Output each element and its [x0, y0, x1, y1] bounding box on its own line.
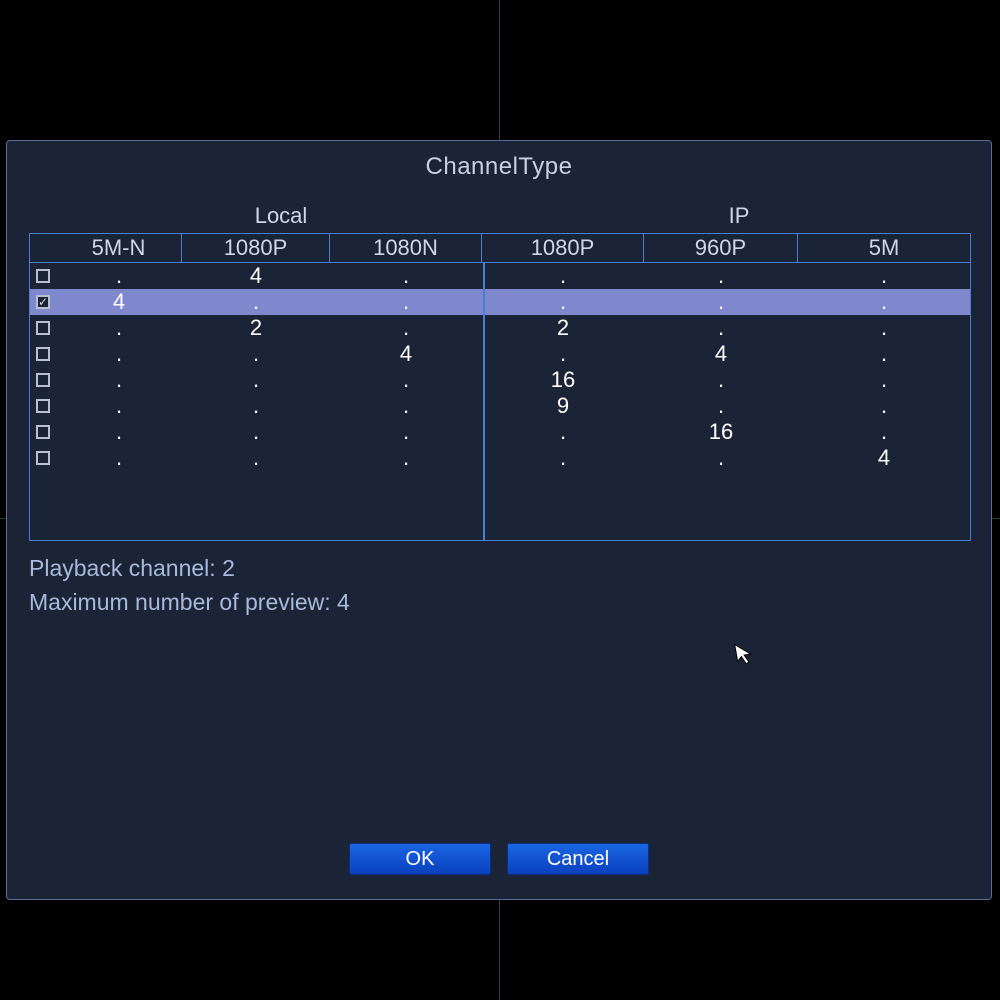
cell: .: [330, 419, 482, 445]
cell: .: [644, 289, 798, 315]
cell: .: [330, 393, 482, 419]
cell: .: [56, 341, 182, 367]
cell: .: [644, 367, 798, 393]
column-group-ip: IP: [507, 203, 971, 233]
table-row[interactable]: ....16.: [30, 419, 970, 445]
header-1080n: 1080N: [330, 234, 482, 262]
table-row[interactable]: 4.....: [30, 289, 970, 315]
cell: .: [798, 341, 970, 367]
cell: .: [182, 367, 330, 393]
cell: .: [482, 263, 644, 289]
playback-value: 2: [222, 555, 235, 581]
cell: .: [482, 289, 644, 315]
header-5m-n: 5M-N: [56, 234, 182, 262]
playback-channel-info: Playback channel: 2: [29, 555, 235, 582]
cell: .: [798, 263, 970, 289]
cell: .: [644, 315, 798, 341]
row-checkbox[interactable]: [36, 399, 50, 413]
cell: .: [56, 419, 182, 445]
cell: .: [482, 341, 644, 367]
cell: .: [56, 315, 182, 341]
channel-table: 5M-N 1080P 1080N 1080P 960P 5M .4....4..…: [29, 233, 971, 541]
dialog-title: ChannelType: [7, 153, 991, 181]
cell: .: [182, 289, 330, 315]
max-preview-info: Maximum number of preview: 4: [29, 589, 350, 616]
cell: .: [182, 445, 330, 471]
table-row[interactable]: ..4.4.: [30, 341, 970, 367]
header-checkbox-col: [30, 234, 56, 262]
cell: .: [56, 445, 182, 471]
row-checkbox[interactable]: [36, 347, 50, 361]
cell: .: [330, 445, 482, 471]
preview-value: 4: [337, 589, 350, 615]
cell: 4: [644, 341, 798, 367]
cell: .: [798, 315, 970, 341]
cell: .: [330, 263, 482, 289]
cell: 2: [182, 315, 330, 341]
cell: .: [482, 445, 644, 471]
cell: 16: [644, 419, 798, 445]
cell: .: [482, 419, 644, 445]
cell: .: [330, 315, 482, 341]
row-checkbox[interactable]: [36, 373, 50, 387]
cell: .: [798, 419, 970, 445]
header-960p: 960P: [644, 234, 798, 262]
dialog-buttons: OK Cancel: [7, 843, 991, 875]
row-checkbox-cell[interactable]: [30, 341, 56, 367]
cell: 4: [330, 341, 482, 367]
cell: 16: [482, 367, 644, 393]
row-checkbox-cell[interactable]: [30, 445, 56, 471]
column-group-row: Local IP: [29, 203, 971, 233]
cell: .: [182, 419, 330, 445]
row-checkbox[interactable]: [36, 295, 50, 309]
cell: .: [644, 445, 798, 471]
row-checkbox-cell[interactable]: [30, 263, 56, 289]
channel-type-dialog: ChannelType Local IP 5M-N 1080P 1080N 10…: [6, 140, 992, 900]
cancel-button[interactable]: Cancel: [507, 843, 649, 875]
cell: 2: [482, 315, 644, 341]
cell: .: [330, 289, 482, 315]
cell: .: [644, 393, 798, 419]
playback-label: Playback channel:: [29, 555, 222, 581]
cell: .: [798, 367, 970, 393]
column-group-local: Local: [55, 203, 507, 233]
row-checkbox[interactable]: [36, 425, 50, 439]
ok-button[interactable]: OK: [349, 843, 491, 875]
header-5m: 5M: [798, 234, 970, 262]
cell: 4: [798, 445, 970, 471]
row-checkbox-cell[interactable]: [30, 289, 56, 315]
cell: .: [182, 341, 330, 367]
cell: .: [182, 393, 330, 419]
cell: 9: [482, 393, 644, 419]
table-header: 5M-N 1080P 1080N 1080P 960P 5M: [29, 233, 971, 263]
cell: .: [798, 393, 970, 419]
cell: .: [798, 289, 970, 315]
row-checkbox-cell[interactable]: [30, 393, 56, 419]
row-checkbox-cell[interactable]: [30, 315, 56, 341]
table-body: .4....4......2.2....4.4....16.....9.....…: [29, 263, 971, 541]
row-checkbox-cell[interactable]: [30, 367, 56, 393]
table-row[interactable]: ...16..: [30, 367, 970, 393]
table-row[interactable]: .2.2..: [30, 315, 970, 341]
cell: 4: [56, 289, 182, 315]
header-1080p-local: 1080P: [182, 234, 330, 262]
preview-label: Maximum number of preview:: [29, 589, 337, 615]
cell: .: [644, 263, 798, 289]
cell: .: [56, 263, 182, 289]
table-row[interactable]: .....4: [30, 445, 970, 471]
header-1080p-ip: 1080P: [482, 234, 644, 262]
row-checkbox[interactable]: [36, 321, 50, 335]
cell: .: [330, 367, 482, 393]
row-checkbox[interactable]: [36, 451, 50, 465]
cell: .: [56, 367, 182, 393]
table-row[interactable]: .4....: [30, 263, 970, 289]
row-checkbox-cell[interactable]: [30, 419, 56, 445]
row-checkbox[interactable]: [36, 269, 50, 283]
cell: 4: [182, 263, 330, 289]
cell: .: [56, 393, 182, 419]
table-row[interactable]: ...9..: [30, 393, 970, 419]
